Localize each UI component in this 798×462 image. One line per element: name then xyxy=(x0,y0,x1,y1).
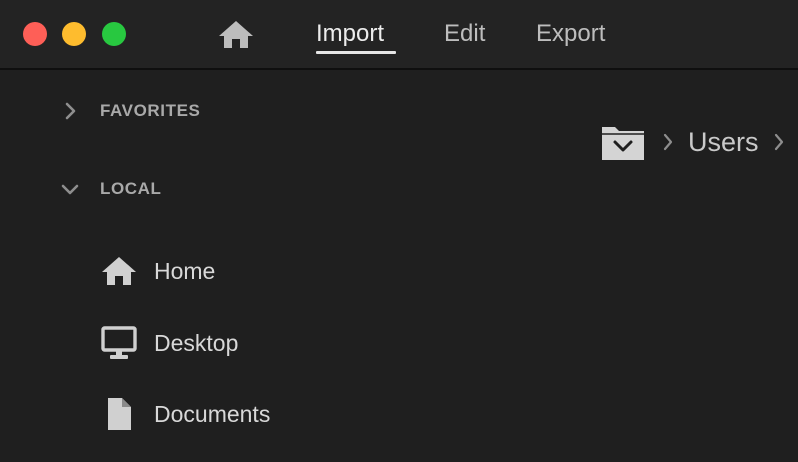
chevron-right-icon xyxy=(65,102,76,120)
chevron-right-icon xyxy=(774,133,783,151)
sidebar-section-local[interactable]: LOCAL xyxy=(60,174,162,204)
sidebar-item-desktop[interactable]: Desktop xyxy=(100,323,238,363)
document-icon xyxy=(100,395,138,433)
home-tab-button[interactable] xyxy=(217,19,255,49)
minimize-window-button[interactable] xyxy=(62,22,86,46)
title-bar: Import Edit Export xyxy=(0,0,798,70)
home-icon xyxy=(100,252,138,290)
tab-edit[interactable]: Edit xyxy=(444,18,485,50)
sidebar-item-label: Home xyxy=(154,257,216,284)
sidebar-item-documents[interactable]: Documents xyxy=(100,394,270,434)
chevron-down-icon xyxy=(61,184,79,195)
folder-dropdown-icon[interactable] xyxy=(600,122,646,162)
active-tab-indicator xyxy=(316,51,396,54)
sidebar-item-label: Documents xyxy=(154,400,271,427)
breadcrumb-item-users[interactable]: Users xyxy=(688,127,759,158)
chevron-right-icon xyxy=(663,133,673,151)
desktop-icon xyxy=(100,324,138,362)
sidebar-section-favorites[interactable]: FAVORITES xyxy=(60,96,201,126)
close-window-button[interactable] xyxy=(23,22,47,46)
app-window: Import Edit Export FAVORITES LOCAL Home xyxy=(0,0,798,462)
section-label-favorites: FAVORITES xyxy=(100,101,201,120)
breadcrumb: Users xyxy=(600,120,787,164)
section-label-local: LOCAL xyxy=(100,179,162,198)
sidebar-item-home[interactable]: Home xyxy=(100,251,215,291)
tab-import[interactable]: Import xyxy=(316,18,384,50)
sidebar-item-label: Desktop xyxy=(154,329,239,356)
tab-export[interactable]: Export xyxy=(536,18,605,50)
maximize-window-button[interactable] xyxy=(102,22,126,46)
home-icon xyxy=(219,21,253,48)
